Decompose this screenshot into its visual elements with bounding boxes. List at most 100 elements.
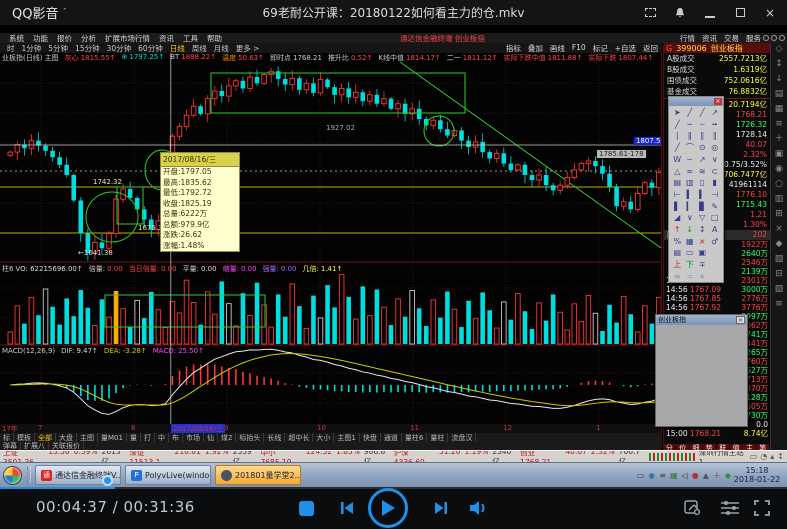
bottom-tab[interactable]: 扩展八: [21, 442, 49, 450]
chart-tool-F10[interactable]: F10: [572, 43, 586, 54]
drawing-tool-icon[interactable]: ≈: [684, 166, 697, 178]
drawing-tool-icon[interactable]: ⊂: [709, 166, 722, 178]
minimize-button[interactable]: [703, 6, 717, 20]
right-strip-icon[interactable]: ▦: [775, 105, 784, 114]
bottom-tab[interactable]: 量柱6: [402, 433, 427, 442]
right-strip-icon[interactable]: ▣: [775, 150, 784, 159]
drawing-tool-icon[interactable]: ▍: [684, 189, 697, 201]
drawing-tool-icon[interactable]: [709, 271, 722, 283]
chart-tool-画线[interactable]: 画线: [550, 43, 565, 54]
right-strip-icon[interactable]: ×: [775, 225, 783, 234]
period-tab[interactable]: 周线: [192, 43, 207, 54]
drawing-tool-icon[interactable]: %: [671, 236, 684, 248]
playlist-settings-icon[interactable]: [719, 499, 741, 521]
tray-icon[interactable]: ●: [692, 471, 699, 480]
drawing-tool-icon[interactable]: ∓: [696, 259, 709, 271]
next-button[interactable]: [432, 499, 450, 521]
taskbar-app[interactable]: 201801量学堂2...: [215, 465, 301, 485]
bottom-tab[interactable]: 通道: [381, 433, 402, 442]
bottom-tab[interactable]: 标抬头: [236, 433, 264, 442]
drawing-tool-icon[interactable]: ∨: [684, 212, 697, 224]
drawing-tool-icon[interactable]: ╱: [671, 142, 684, 154]
drawing-tool-icon[interactable]: 下: [684, 259, 697, 271]
drawing-tool-icon[interactable]: |: [671, 130, 684, 142]
bottom-tab[interactable]: 模板: [14, 433, 35, 442]
drawing-tool-icon[interactable]: ∥: [709, 130, 722, 142]
bell-icon[interactable]: [673, 6, 687, 20]
menu-item-扩展市场行情[interactable]: 扩展市场行情: [105, 34, 150, 43]
drawing-tool-icon[interactable]: ≡: [671, 271, 684, 283]
period-tab[interactable]: 更多 >: [236, 43, 260, 54]
bottom-tab[interactable]: 大盘: [56, 433, 77, 442]
chart-tool-指标[interactable]: 指标: [506, 43, 521, 54]
drawing-tool-icon[interactable]: ↗: [696, 154, 709, 166]
drawing-tool-icon[interactable]: ♂: [709, 236, 722, 248]
drawing-tool-icon[interactable]: ▯: [696, 177, 709, 189]
tray-icon[interactable]: ▲: [703, 471, 709, 480]
drawing-tool-icon[interactable]: ▮: [709, 177, 722, 189]
menu-item-系统[interactable]: 系统: [9, 34, 24, 43]
bottom-tab[interactable]: 大小: [313, 433, 334, 442]
menu-item-分析[interactable]: 分析: [81, 34, 96, 43]
bottom-tab[interactable]: 长线: [264, 433, 285, 442]
drawing-tool-icon[interactable]: W: [671, 154, 684, 166]
close-icon[interactable]: ×: [714, 98, 722, 105]
bottom-tab[interactable]: 市场: [183, 433, 204, 442]
drawing-tool-icon[interactable]: ⌒: [684, 142, 697, 154]
period-tab[interactable]: 30分钟: [107, 43, 132, 54]
bottom-tab[interactable]: 量M01: [98, 433, 127, 442]
drawing-tool-icon[interactable]: ↗: [709, 107, 722, 119]
right-strip-icon[interactable]: ◆: [776, 240, 783, 249]
start-button[interactable]: [3, 466, 22, 485]
drawing-tool-icon[interactable]: ≍: [684, 271, 697, 283]
drawing-tool-icon[interactable]: ▭: [684, 247, 697, 259]
drawing-tool-icon[interactable]: ➤: [671, 107, 684, 119]
drawing-tool-icon[interactable]: ▤: [671, 247, 684, 259]
right-strip-icon[interactable]: ↓: [775, 75, 783, 84]
previous-button[interactable]: [338, 499, 356, 521]
snapshot-icon[interactable]: [643, 6, 657, 20]
bottom-tab[interactable]: 打: [141, 433, 155, 442]
bottom-tab[interactable]: 布: [169, 433, 183, 442]
play-button[interactable]: [368, 488, 408, 528]
tdx-window-buttons[interactable]: [763, 35, 785, 41]
menu-item-工具[interactable]: 工具: [183, 34, 198, 43]
close-icon[interactable]: ×: [736, 316, 745, 324]
fullscreen-icon[interactable]: [753, 499, 771, 521]
drawing-tool-icon[interactable]: ╱: [684, 107, 697, 119]
drawing-tool-icon[interactable]: ⊢: [671, 189, 684, 201]
drawing-tool-icon[interactable]: A: [709, 224, 722, 236]
statusbar-icons[interactable]: ▭◔▴↕: [750, 452, 784, 461]
drawing-tool-icon[interactable]: ◎: [709, 142, 722, 154]
drawing-tool-icon[interactable]: ∥: [696, 130, 709, 142]
right-strip-icon[interactable]: ≡: [775, 300, 783, 309]
tray-icon[interactable]: ◁: [682, 471, 688, 480]
close-button[interactable]: ×: [763, 6, 777, 20]
right-strip-icon[interactable]: ▤: [775, 90, 784, 99]
drawing-tool-icon[interactable]: ▽: [696, 212, 709, 224]
top-nav-行情[interactable]: 行情: [680, 33, 695, 44]
tray-icon[interactable]: ＋: [713, 470, 721, 481]
bottom-tab[interactable]: 量: [127, 433, 141, 442]
bottom-tab[interactable]: 仙: [204, 433, 218, 442]
drawing-tool-icon[interactable]: ↕: [696, 224, 709, 236]
drawing-tool-icon[interactable]: ⊣: [709, 189, 722, 201]
bottom-tab[interactable]: 超中长: [285, 433, 313, 442]
drawing-toolbar-titlebar[interactable]: ×: [669, 97, 723, 106]
menu-item-报价[interactable]: 报价: [57, 34, 72, 43]
bottom-tab[interactable]: 流盘汉: [448, 433, 476, 442]
drawing-tool-icon[interactable]: ╱: [671, 119, 684, 131]
drawing-tool-icon[interactable]: 上: [671, 259, 684, 271]
drawing-tool-icon[interactable]: ┄: [696, 119, 709, 131]
period-tab[interactable]: 60分钟: [138, 43, 163, 54]
right-strip-icon[interactable]: ○: [775, 180, 783, 189]
drawing-tool-icon[interactable]: ×: [696, 236, 709, 248]
drawing-tool-icon[interactable]: ‖: [684, 130, 697, 142]
right-strip-icon[interactable]: ▧: [775, 255, 784, 264]
stop-button[interactable]: [299, 501, 314, 516]
drawing-tool-icon[interactable]: ↓: [684, 224, 697, 236]
bottom-tab[interactable]: 煤2: [218, 433, 236, 442]
chart-tool-标记[interactable]: 标记: [593, 43, 608, 54]
bottom-tab[interactable]: 全部: [35, 433, 56, 442]
drawing-tool-icon[interactable]: ▤: [671, 177, 684, 189]
